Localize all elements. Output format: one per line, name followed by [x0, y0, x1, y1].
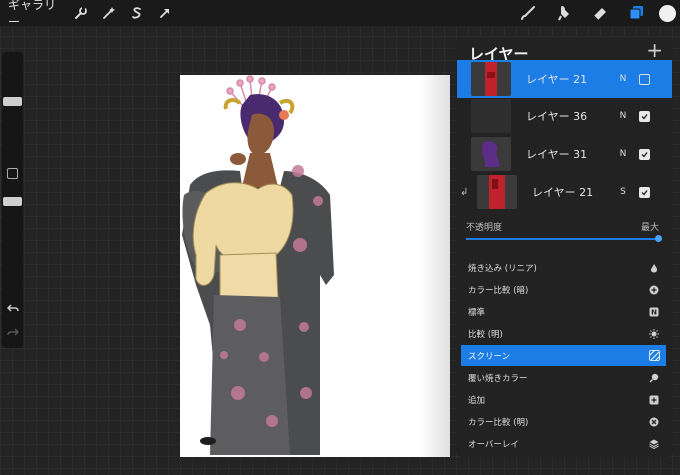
layer-blend-mode[interactable]: N: [616, 74, 630, 84]
opacity-value: 最大: [640, 223, 659, 233]
blend-mode-label: 追加: [468, 395, 486, 406]
blend-mode-item[interactable]: カラー比較 (暗): [461, 279, 666, 300]
clipping-mask-icon: ↲: [460, 186, 469, 198]
blend-mode-item[interactable]: 焼き込み (リニア): [461, 257, 666, 278]
blend-mode-label: スクリーン: [468, 351, 511, 362]
flame-icon: [648, 262, 660, 274]
blend-mode-item[interactable]: 追加: [461, 389, 666, 410]
color-picker-button[interactable]: [659, 4, 676, 22]
opacity-slider-knob[interactable]: [655, 235, 662, 242]
layer-visibility-checkbox[interactable]: [639, 186, 650, 198]
tool-group: [515, 0, 680, 26]
add-layer-button[interactable]: +: [646, 40, 663, 60]
opacity-slider-track[interactable]: [466, 238, 659, 240]
plus-square-icon: [648, 394, 660, 406]
layer-thumbnail: [471, 62, 511, 96]
blend-mode-item[interactable]: 覆い焼きカラー: [461, 367, 666, 388]
selection-icon[interactable]: [126, 2, 148, 24]
wrench-icon[interactable]: [70, 2, 92, 24]
layer-row[interactable]: レイヤー 31 N: [457, 135, 672, 173]
layer-blend-mode[interactable]: N: [616, 149, 630, 159]
top-toolbar: ギャラリー: [0, 0, 680, 29]
layer-visibility-checkbox[interactable]: [639, 110, 650, 122]
sun-icon: [648, 328, 660, 340]
blend-mode-label: 比較 (明): [468, 329, 503, 340]
layer-name: レイヤー 21: [526, 73, 588, 86]
plus-circle-icon: [648, 284, 660, 296]
layer-visibility-checkbox[interactable]: [639, 73, 650, 85]
layer-visibility-checkbox[interactable]: [639, 148, 650, 160]
blend-mode-item[interactable]: オーバーレイ: [461, 433, 666, 454]
gallery-button[interactable]: ギャラリー: [8, 0, 64, 30]
brush-size-slider[interactable]: [3, 97, 22, 106]
layer-thumbnail: [471, 137, 511, 171]
layer-thumbnail: [471, 99, 511, 133]
undo-icon[interactable]: [4, 300, 21, 316]
blend-mode-label: オーバーレイ: [468, 439, 519, 450]
blend-mode-label: カラー比較 (暗): [468, 285, 529, 296]
hatch-icon: [648, 350, 660, 362]
x-circle-icon: [648, 416, 660, 428]
drawing-canvas[interactable]: [180, 75, 450, 457]
layer-name: レイヤー 36: [526, 110, 588, 123]
transform-arrow-icon[interactable]: [154, 2, 176, 24]
blend-mode-item[interactable]: 比較 (明): [461, 323, 666, 344]
layers-icon: [648, 438, 660, 450]
left-sidebar: [2, 52, 23, 348]
layer-blend-mode[interactable]: S: [616, 187, 630, 197]
magnifier-icon: [648, 372, 660, 384]
layer-blend-mode[interactable]: N: [616, 111, 630, 121]
blend-mode-label: 焼き込み (リニア): [468, 263, 537, 274]
layer-name: レイヤー 31: [526, 148, 588, 161]
brush-icon[interactable]: [515, 2, 541, 24]
n-square-icon: N: [648, 306, 660, 318]
svg-text:N: N: [651, 308, 657, 316]
blend-mode-label: カラー比較 (明): [468, 417, 529, 428]
redo-icon[interactable]: [4, 324, 21, 340]
layer-row[interactable]: レイヤー 21 N: [457, 60, 672, 98]
canvas-edge-shadow: [420, 75, 450, 457]
layer-thumbnail: [477, 175, 517, 209]
layer-row[interactable]: レイヤー 36 N: [457, 97, 672, 135]
layers-panel: レイヤー + レイヤー 21 N レイヤー 36 N レイヤー 31 N ↲ レ…: [456, 37, 673, 457]
blend-mode-item[interactable]: 標準 N: [461, 301, 666, 322]
layer-row[interactable]: ↲ レイヤー 21 S: [457, 173, 672, 211]
modify-button[interactable]: [7, 168, 18, 179]
blend-mode-item[interactable]: スクリーン: [461, 345, 666, 366]
magic-wand-icon[interactable]: [98, 2, 120, 24]
blend-mode-item[interactable]: カラー比較 (明): [461, 411, 666, 432]
opacity-label: 不透明度: [466, 223, 503, 233]
layer-name: レイヤー 21: [532, 186, 594, 199]
artwork-illustration: [182, 75, 334, 455]
blend-mode-label: 覆い焼きカラー: [468, 373, 528, 384]
layers-button-icon[interactable]: [623, 2, 649, 24]
eraser-icon[interactable]: [587, 2, 613, 24]
brush-opacity-slider[interactable]: [3, 197, 22, 206]
smudge-icon[interactable]: [551, 2, 577, 24]
blend-mode-label: 標準: [468, 307, 486, 318]
